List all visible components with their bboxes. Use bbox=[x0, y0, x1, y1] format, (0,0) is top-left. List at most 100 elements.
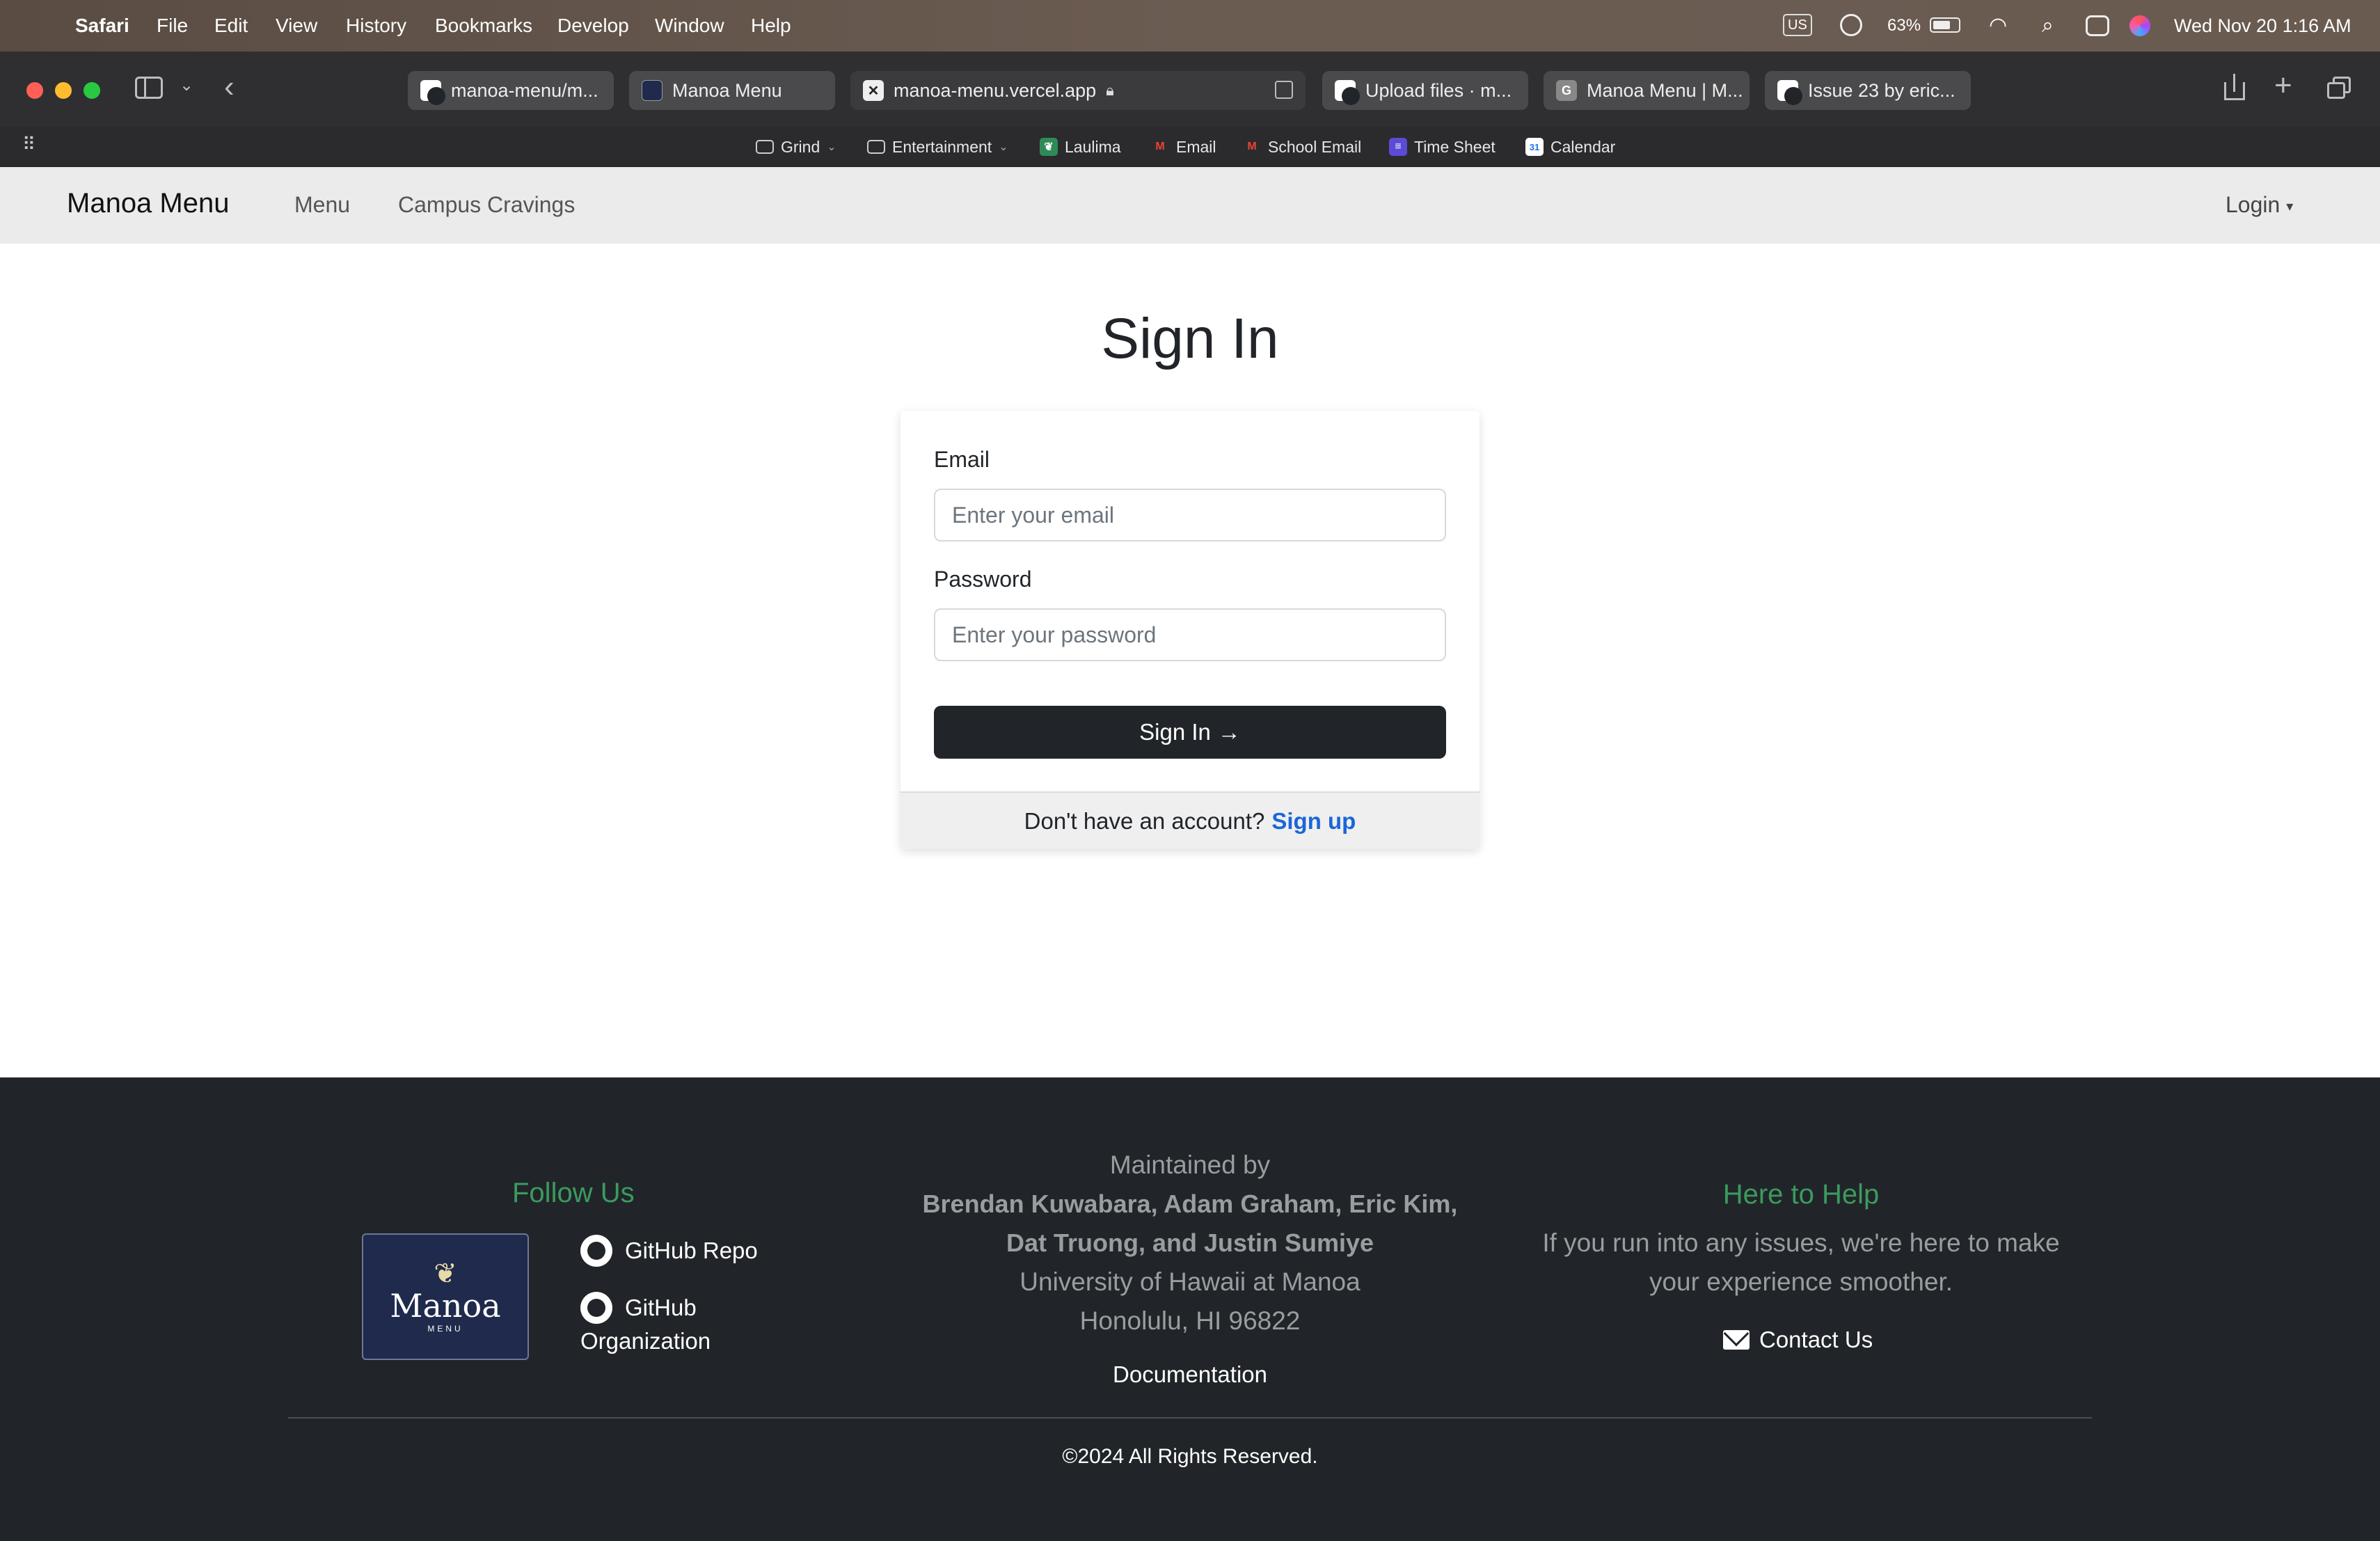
chevron-down-icon: ⌄ bbox=[999, 141, 1008, 153]
folder-icon bbox=[756, 140, 774, 154]
university-name: University of Hawaii at Manoa bbox=[1020, 1267, 1360, 1296]
tab-title: Manoa Menu | M... bbox=[1587, 79, 1743, 101]
reader-mode-icon[interactable] bbox=[1275, 81, 1293, 99]
battery-icon[interactable] bbox=[1930, 17, 1960, 33]
github-icon bbox=[1777, 80, 1802, 105]
tab-issue-23[interactable]: Issue 23 by eric... bbox=[1765, 71, 1971, 110]
logo-text: Manoa bbox=[390, 1287, 501, 1325]
login-label: Login bbox=[2226, 192, 2280, 217]
menu-file[interactable]: File bbox=[157, 13, 188, 39]
github-repo-label: GitHub Repo bbox=[625, 1238, 758, 1263]
menu-app-name[interactable]: Safari bbox=[75, 13, 129, 39]
maintainers-names-line1: Brendan Kuwabara, Adam Graham, Eric Kim, bbox=[922, 1190, 1458, 1218]
documentation-link[interactable]: Documentation bbox=[835, 1361, 1545, 1388]
tab-title: Manoa Menu bbox=[672, 79, 782, 101]
sign-up-link[interactable]: Sign up bbox=[1271, 808, 1356, 835]
bookmark-label: Grind bbox=[781, 137, 820, 156]
bookmark-label: Time Sheet bbox=[1414, 137, 1496, 156]
sign-in-button-label: Sign In bbox=[1139, 719, 1211, 745]
address-url[interactable]: manoa-menu.vercel.app bbox=[894, 80, 1096, 102]
google-icon: G bbox=[1556, 80, 1577, 101]
back-chevron-icon[interactable]: ‹ bbox=[224, 70, 235, 104]
tab-github-repo[interactable]: manoa-menu/m... bbox=[408, 71, 614, 110]
menu-bookmarks[interactable]: Bookmarks bbox=[435, 13, 532, 39]
menu-history[interactable]: History bbox=[346, 13, 406, 39]
email-label: Email bbox=[934, 447, 990, 472]
nav-link-menu[interactable]: Menu bbox=[294, 192, 350, 218]
siri-icon[interactable] bbox=[2129, 15, 2150, 36]
menu-help[interactable]: Help bbox=[751, 13, 791, 39]
calendar-icon: 31 bbox=[1525, 138, 1544, 156]
tab-manoa-menu[interactable]: Manoa Menu bbox=[629, 71, 835, 110]
site-brand[interactable]: Manoa Menu bbox=[67, 188, 229, 219]
password-field[interactable] bbox=[934, 608, 1446, 661]
bookmark-time-sheet[interactable]: ≡ Time Sheet bbox=[1389, 134, 1496, 160]
battery-percent: 63% bbox=[1887, 16, 1921, 35]
chevron-down-icon[interactable]: ⌄ bbox=[180, 75, 193, 95]
no-account-text: Don't have an account? bbox=[1024, 807, 1265, 834]
tab-upload-files[interactable]: Upload files · m... bbox=[1322, 71, 1528, 110]
wifi-icon[interactable]: ◠ bbox=[1989, 13, 2007, 39]
bookmark-laulima[interactable]: ❦ Laulima bbox=[1040, 134, 1121, 160]
envelope-icon bbox=[1723, 1320, 1750, 1350]
login-dropdown[interactable]: Login ▾ bbox=[2226, 192, 2293, 218]
share-icon[interactable] bbox=[2224, 74, 2245, 100]
close-window-button[interactable] bbox=[26, 82, 43, 99]
tab-title: Upload files · m... bbox=[1365, 79, 1512, 101]
github-icon bbox=[1335, 80, 1360, 105]
new-tab-icon[interactable]: + bbox=[2274, 68, 2292, 103]
bookmark-label: School Email bbox=[1268, 137, 1362, 156]
github-repo-link[interactable]: GitHub Repo bbox=[580, 1235, 758, 1267]
manoa-favicon bbox=[642, 80, 663, 101]
lock-icon: 🔒︎ bbox=[1106, 81, 1114, 99]
bookmark-label: Laulima bbox=[1065, 137, 1121, 156]
menu-clock[interactable]: Wed Nov 20 1:16 AM bbox=[2174, 13, 2351, 39]
bookmark-folder-entertainment[interactable]: Entertainment ⌄ bbox=[867, 134, 1008, 160]
maintainers-names-line2: Dat Truong, and Justin Sumiye bbox=[1006, 1228, 1374, 1257]
tab-active-address-bar[interactable]: ✕ manoa-menu.vercel.app 🔒︎ bbox=[850, 71, 1306, 110]
help-text-line1: If you run into any issues, we're here t… bbox=[1542, 1228, 2060, 1257]
github-org-link[interactable]: GitHub Organization bbox=[580, 1292, 789, 1354]
tab-title: Issue 23 by eric... bbox=[1808, 79, 1955, 101]
macos-menu-bar: Safari File Edit View History Bookmarks … bbox=[0, 0, 2380, 52]
contact-us-label: Contact Us bbox=[1759, 1327, 1873, 1352]
bookmark-calendar[interactable]: 31 Calendar bbox=[1525, 134, 1615, 160]
email-field[interactable] bbox=[934, 489, 1446, 542]
sidebar-toggle-icon[interactable] bbox=[135, 77, 163, 99]
bookmark-label: Email bbox=[1176, 137, 1216, 156]
copyright: ©2024 All Rights Reserved. bbox=[1062, 1445, 1318, 1468]
github-icon bbox=[580, 1235, 612, 1267]
address: Honolulu, HI 96822 bbox=[1079, 1306, 1301, 1335]
github-icon bbox=[420, 80, 445, 105]
tab-overview-icon[interactable] bbox=[2327, 77, 2351, 99]
arrow-right-icon: → bbox=[1217, 719, 1241, 745]
github-icon bbox=[580, 1292, 612, 1324]
bookmark-label: Entertainment bbox=[892, 137, 992, 156]
here-to-help-heading: Here to Help bbox=[1722, 1179, 1880, 1210]
footer-divider bbox=[288, 1417, 2092, 1418]
zoom-window-button[interactable] bbox=[84, 82, 100, 99]
menu-develop[interactable]: Develop bbox=[557, 13, 629, 39]
apps-grid-icon[interactable]: ⠿ bbox=[22, 134, 35, 155]
contact-us-link[interactable]: Contact Us bbox=[1723, 1320, 1873, 1353]
minimize-window-button[interactable] bbox=[55, 82, 72, 99]
sign-in-button[interactable]: Sign In → bbox=[934, 706, 1446, 759]
gmail-icon: M bbox=[1155, 141, 1165, 152]
bookmark-folder-grind[interactable]: Grind ⌄ bbox=[756, 134, 836, 160]
now-playing-icon[interactable] bbox=[1840, 14, 1862, 36]
control-center-icon[interactable] bbox=[2086, 15, 2109, 36]
menu-window[interactable]: Window bbox=[655, 13, 724, 39]
follow-us-heading: Follow Us bbox=[512, 1178, 635, 1208]
menu-edit[interactable]: Edit bbox=[214, 13, 248, 39]
menu-view[interactable]: View bbox=[276, 13, 317, 39]
spotlight-search-icon[interactable]: ⌕ bbox=[2042, 13, 2054, 39]
tab-manoa-menu-google[interactable]: G Manoa Menu | M... bbox=[1544, 71, 1750, 110]
bookmark-email[interactable]: M Email bbox=[1151, 134, 1216, 160]
bookmark-school-email[interactable]: M School Email bbox=[1243, 134, 1361, 160]
nav-link-campus-cravings[interactable]: Campus Cravings bbox=[398, 192, 575, 218]
maintainers-block: Maintained by Brendan Kuwabara, Adam Gra… bbox=[835, 1146, 1545, 1341]
site-navbar bbox=[0, 167, 2380, 244]
signin-card-footer: Don't have an account? Sign up bbox=[901, 791, 1479, 849]
chevron-down-icon: ⌄ bbox=[827, 141, 836, 153]
input-source-indicator[interactable]: US bbox=[1783, 14, 1812, 36]
